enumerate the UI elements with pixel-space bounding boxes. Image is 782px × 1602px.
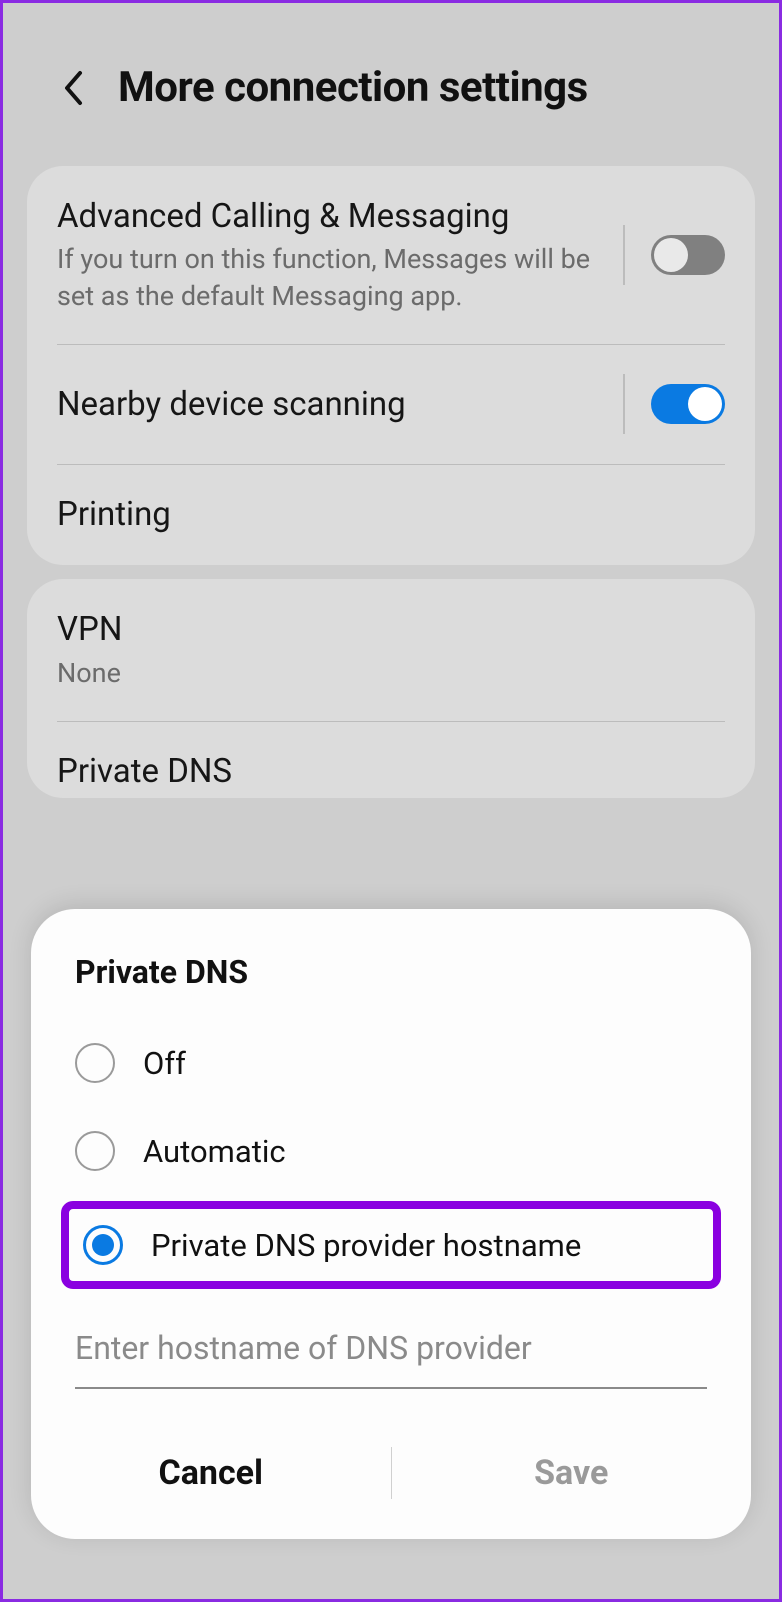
radio-label: Off xyxy=(143,1045,186,1082)
row-title: Nearby device scanning xyxy=(57,384,607,425)
row-title: Private DNS xyxy=(57,751,709,792)
row-advanced-calling[interactable]: Advanced Calling & Messaging If you turn… xyxy=(27,166,755,344)
toggle-wrap xyxy=(623,374,725,434)
toggle-nearby-scanning[interactable] xyxy=(651,384,725,424)
dialog-title: Private DNS xyxy=(31,953,751,1019)
row-private-dns[interactable]: Private DNS xyxy=(27,721,755,798)
dialog-actions: Cancel Save xyxy=(31,1423,751,1539)
row-vpn[interactable]: VPN None xyxy=(27,579,755,721)
back-button[interactable] xyxy=(53,68,93,108)
hostname-input[interactable]: Enter hostname of DNS provider xyxy=(75,1319,707,1389)
cancel-button[interactable]: Cancel xyxy=(31,1443,391,1503)
row-printing[interactable]: Printing xyxy=(27,464,755,565)
radio-icon xyxy=(83,1225,123,1265)
row-title: VPN xyxy=(57,609,709,650)
radio-option-provider-hostname[interactable]: Private DNS provider hostname xyxy=(61,1201,721,1289)
radio-option-off[interactable]: Off xyxy=(31,1019,751,1107)
radio-label: Automatic xyxy=(143,1133,286,1170)
row-subtitle: If you turn on this function, Messages w… xyxy=(57,241,607,314)
toggle-wrap xyxy=(623,225,725,285)
save-button[interactable]: Save xyxy=(392,1443,752,1503)
private-dns-dialog: Private DNS Off Automatic Private DNS pr… xyxy=(31,909,751,1539)
row-title: Advanced Calling & Messaging xyxy=(57,196,607,237)
radio-option-automatic[interactable]: Automatic xyxy=(31,1107,751,1195)
toggle-advanced-calling[interactable] xyxy=(651,235,725,275)
row-title: Printing xyxy=(57,494,709,535)
row-subtitle: None xyxy=(57,655,709,691)
radio-icon xyxy=(75,1043,115,1083)
chevron-left-icon xyxy=(62,70,84,106)
page-title: More connection settings xyxy=(118,63,588,112)
radio-label: Private DNS provider hostname xyxy=(151,1227,581,1264)
settings-card-1: Advanced Calling & Messaging If you turn… xyxy=(27,166,755,565)
settings-card-2: VPN None Private DNS xyxy=(27,579,755,798)
row-nearby-scanning[interactable]: Nearby device scanning xyxy=(27,344,755,464)
radio-icon xyxy=(75,1131,115,1171)
header: More connection settings xyxy=(3,3,779,152)
hostname-placeholder: Enter hostname of DNS provider xyxy=(75,1329,532,1367)
